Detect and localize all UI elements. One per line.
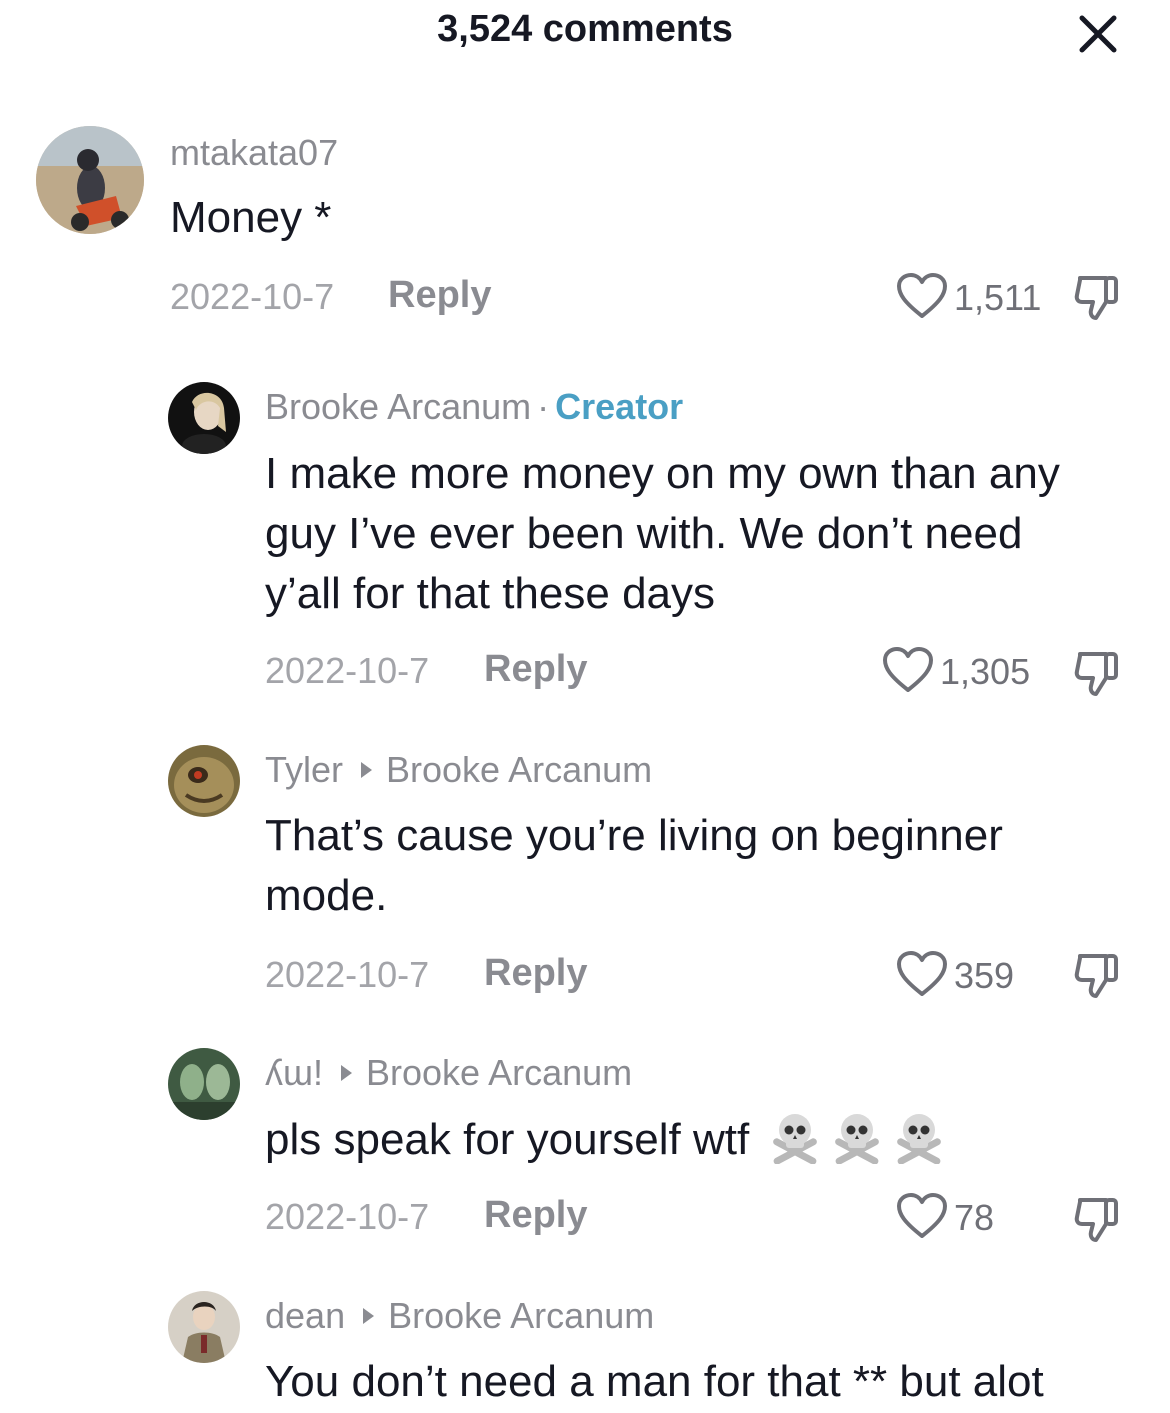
heart-icon	[897, 951, 947, 996]
comment-username-row: ʎɯ! Brooke Arcanum	[265, 1052, 632, 1094]
avatar[interactable]	[168, 1048, 240, 1120]
comment-text-line: guy I’ve ever been with. We don’t need	[265, 509, 1023, 558]
avatar[interactable]	[36, 126, 144, 234]
reply-to-username[interactable]: Brooke Arcanum	[366, 1052, 632, 1093]
comment-username-row: Brooke Arcanum · Creator	[265, 386, 683, 428]
like-count: 359	[954, 955, 1015, 996]
comment-text-body: pls speak for yourself wtf	[265, 1115, 750, 1164]
like-button[interactable]: 359	[896, 950, 1036, 1000]
reply-to-username[interactable]: Brooke Arcanum	[386, 749, 652, 790]
comment-username[interactable]: Tyler	[265, 749, 343, 790]
reply-button[interactable]: Reply	[484, 952, 587, 995]
like-count: 1,511	[954, 277, 1042, 318]
comment-date: 2022-10-7	[265, 650, 430, 691]
dislike-icon[interactable]	[1072, 950, 1124, 1002]
reply-to-username[interactable]: Brooke Arcanum	[388, 1295, 654, 1336]
heart-icon	[897, 1193, 947, 1238]
comment-text-line: I make more money on my own than any	[265, 449, 1060, 498]
avatar[interactable]	[168, 745, 240, 817]
avatar[interactable]	[168, 382, 240, 454]
reply-button[interactable]: Reply	[388, 274, 491, 317]
comment-username[interactable]: mtakata07	[170, 132, 338, 174]
dislike-icon[interactable]	[1072, 648, 1124, 700]
close-icon	[1079, 15, 1117, 53]
comment-count-title: 3,524 comments	[437, 8, 733, 50]
comment-username[interactable]: ʎɯ!	[265, 1052, 323, 1093]
reply-button[interactable]: Reply	[484, 648, 587, 691]
comment-text-line: That’s cause you’re living on beginner	[265, 811, 1003, 860]
comment-username[interactable]: Brooke Arcanum	[265, 386, 531, 427]
reply-to-arrow-icon	[361, 762, 373, 779]
comment-username-row: Tyler Brooke Arcanum	[265, 749, 652, 791]
like-button[interactable]: 78	[896, 1192, 1016, 1242]
comment-text: That’s cause you’re living on beginner m…	[265, 806, 1003, 926]
comment-date: 2022-10-7	[265, 1196, 430, 1237]
comment-text: Money *	[170, 193, 332, 242]
heart-icon	[897, 273, 947, 318]
comment-date: 2022-10-7	[265, 954, 430, 995]
skull-and-crossbones-icon	[897, 1114, 942, 1164]
comments-header: 3,524 comments	[0, 0, 1170, 70]
dislike-icon[interactable]	[1072, 272, 1124, 324]
comment-text-line: mode.	[265, 871, 388, 920]
comment-username[interactable]: dean	[265, 1295, 345, 1336]
reply-button[interactable]: Reply	[484, 1194, 587, 1237]
reply-to-arrow-icon	[341, 1065, 352, 1082]
comment-username-row: dean Brooke Arcanum	[265, 1295, 654, 1337]
avatar[interactable]	[168, 1291, 240, 1363]
like-button[interactable]: 1,305	[882, 646, 1042, 696]
skull-and-crossbones-icon	[835, 1114, 880, 1164]
comment-text: pls speak for yourself wtf	[265, 1108, 947, 1170]
comment-date: 2022-10-7	[170, 276, 335, 317]
reply-to-arrow-icon	[363, 1308, 375, 1325]
like-count: 1,305	[940, 651, 1031, 692]
comment-text: I make more money on my own than any guy…	[265, 444, 1060, 624]
heart-icon	[883, 647, 933, 692]
creator-badge: Creator	[555, 386, 684, 427]
dislike-icon[interactable]	[1072, 1194, 1124, 1246]
separator-dot: ·	[537, 386, 550, 427]
comment-text-line: y’all for that these days	[265, 569, 716, 618]
close-button[interactable]	[1072, 8, 1124, 60]
skull-and-crossbones-icon	[773, 1114, 818, 1164]
like-button[interactable]: 1,511	[896, 272, 1046, 322]
like-count: 78	[954, 1197, 995, 1238]
comment-text: You don’t need a man for that ** but alo…	[265, 1357, 1044, 1406]
